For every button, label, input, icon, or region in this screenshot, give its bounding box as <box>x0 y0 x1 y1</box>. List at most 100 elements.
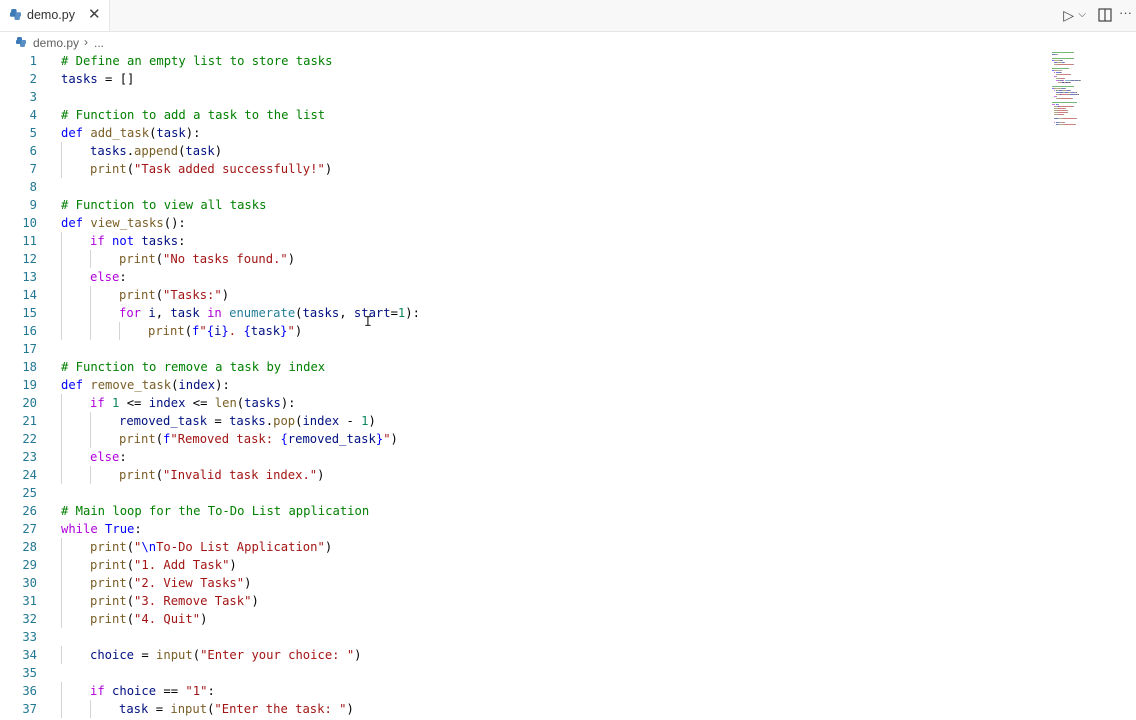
code-token: : <box>119 450 127 464</box>
indent-guide <box>90 322 91 340</box>
code-line[interactable]: 33 <box>0 628 1040 646</box>
code-line[interactable]: 10 def view_tasks(): <box>0 214 1040 232</box>
split-editor-icon[interactable] <box>1098 8 1112 22</box>
code-line[interactable]: 29 print("1. Add Task") <box>0 556 1040 574</box>
code-line[interactable]: 19 def remove_task(index): <box>0 376 1040 394</box>
code-token: . <box>265 414 274 428</box>
code-token: ( <box>126 612 135 626</box>
code-line[interactable]: 34 choice = input("Enter your choice: ") <box>0 646 1040 664</box>
code-line[interactable]: 21 removed_task = tasks.pop(index - 1) <box>0 412 1040 430</box>
code-line[interactable]: 28 print("\nTo-Do List Application") <box>0 538 1040 556</box>
code-token: ): <box>405 306 420 320</box>
code-line[interactable]: 14 print("Tasks:") <box>0 286 1040 304</box>
code-line[interactable]: 26 # Main loop for the To-Do List applica… <box>0 502 1040 520</box>
minimap-mark <box>1074 124 1076 125</box>
code-token: print <box>119 252 156 266</box>
code-text: removed_task = tasks.pop(index - 1) <box>119 412 376 430</box>
line-number: 2 <box>29 72 37 86</box>
code-token: ( <box>155 252 164 266</box>
indent-guide <box>61 322 62 340</box>
tab-demo-py[interactable]: demo.py ✕ <box>0 0 110 31</box>
code-line[interactable]: 4 # Function to add a task to the list <box>0 106 1040 124</box>
code-line[interactable]: 3 <box>0 88 1040 106</box>
line-number: 4 <box>29 108 37 122</box>
code-line[interactable]: 5 def add_task(task): <box>0 124 1040 142</box>
indent-guide <box>90 412 91 430</box>
indent-guide <box>61 574 62 592</box>
code-text: print("4. Quit") <box>90 610 207 628</box>
minimap-mark <box>1073 106 1075 107</box>
minimap[interactable] <box>1052 52 1112 132</box>
breadcrumb-file[interactable]: demo.py <box>33 36 79 50</box>
line-number: 26 <box>22 504 37 518</box>
code-line[interactable]: 25 <box>0 484 1040 502</box>
code-token: not <box>112 234 135 248</box>
code-line[interactable]: 31 print("3. Remove Task") <box>0 592 1040 610</box>
more-actions-icon[interactable]: ··· <box>1119 5 1132 20</box>
code-token: while <box>61 522 98 536</box>
close-icon[interactable]: ✕ <box>88 6 101 24</box>
code-line[interactable]: 22 print(f"Removed task: {removed_task}") <box>0 430 1040 448</box>
minimap-mark <box>1069 90 1071 91</box>
code-line[interactable]: 6 tasks.append(task) <box>0 142 1040 160</box>
minimap-mark <box>1064 88 1066 89</box>
code-editor[interactable]: 1 # Define an empty list to store tasks 2 t… <box>0 51 1136 720</box>
line-number: 20 <box>22 396 37 410</box>
minimap-mark <box>1065 108 1067 109</box>
code-line[interactable]: 2 tasks = [] <box>0 70 1040 88</box>
line-number: 8 <box>29 180 37 194</box>
code-text: while True: <box>61 520 142 538</box>
code-line[interactable]: 35 <box>0 664 1040 682</box>
code-line[interactable]: 13 else: <box>0 268 1040 286</box>
code-text: task = input("Enter the task: ") <box>119 700 354 718</box>
code-token: print <box>119 432 156 446</box>
code-token: ( <box>126 162 135 176</box>
line-number: 19 <box>22 378 37 392</box>
code-line[interactable]: 15 for i, task in enumerate(tasks, start=… <box>0 304 1040 322</box>
indent-guide <box>61 142 62 160</box>
code-text: choice = input("Enter your choice: ") <box>90 646 362 664</box>
code-line[interactable]: 1 # Define an empty list to store tasks <box>0 52 1040 70</box>
code-line[interactable]: 30 print("2. View Tasks") <box>0 574 1040 592</box>
code-line[interactable]: 17 <box>0 340 1040 358</box>
code-line[interactable]: 16 print(f"{i}. {task}") <box>0 322 1040 340</box>
line-number: 37 <box>22 702 37 716</box>
code-line[interactable]: 24 print("Invalid task index.") <box>0 466 1040 484</box>
code-line[interactable]: 20 if 1 <= index <= len(tasks): <box>0 394 1040 412</box>
code-line[interactable]: 7 print("Task added successfully!") <box>0 160 1040 178</box>
line-number: 33 <box>22 630 37 644</box>
code-line[interactable]: 8 <box>0 178 1040 196</box>
line-number: 16 <box>22 324 37 338</box>
code-line[interactable]: 9 # Function to view all tasks <box>0 196 1040 214</box>
python-file-icon <box>16 37 26 47</box>
code-token: task <box>119 702 149 716</box>
code-token: ) <box>229 558 237 572</box>
code-token: <= <box>119 396 149 410</box>
code-text: else: <box>90 268 127 286</box>
run-icon[interactable]: ▷ <box>1063 7 1074 24</box>
code-line[interactable]: 32 print("4. Quit") <box>0 610 1040 628</box>
indent-guide <box>119 322 120 340</box>
line-number: 35 <box>22 666 37 680</box>
minimap-mark <box>1063 118 1076 119</box>
code-line[interactable]: 23 else: <box>0 448 1040 466</box>
code-token: { <box>206 324 215 338</box>
code-token: len <box>214 396 237 410</box>
breadcrumb-symbols[interactable]: ... <box>94 36 104 50</box>
code-token: <= <box>185 396 215 410</box>
minimap-mark <box>1052 68 1069 69</box>
indent-guide <box>61 682 62 700</box>
code-line[interactable]: 12 print("No tasks found.") <box>0 250 1040 268</box>
code-line[interactable]: 18 # Function to remove a task by index <box>0 358 1040 376</box>
code-token: else <box>90 450 120 464</box>
code-token: for <box>119 306 142 320</box>
code-token: print <box>90 612 127 626</box>
chevron-down-icon[interactable]: ⌵ <box>1078 9 1086 20</box>
code-line[interactable]: 27 while True: <box>0 520 1040 538</box>
code-line[interactable]: 11 if not tasks: <box>0 232 1040 250</box>
code-line[interactable]: 37 task = input("Enter the task: ") <box>0 700 1040 718</box>
code-token: ) <box>317 468 325 482</box>
code-line[interactable]: 36 if choice == "1": <box>0 682 1040 700</box>
